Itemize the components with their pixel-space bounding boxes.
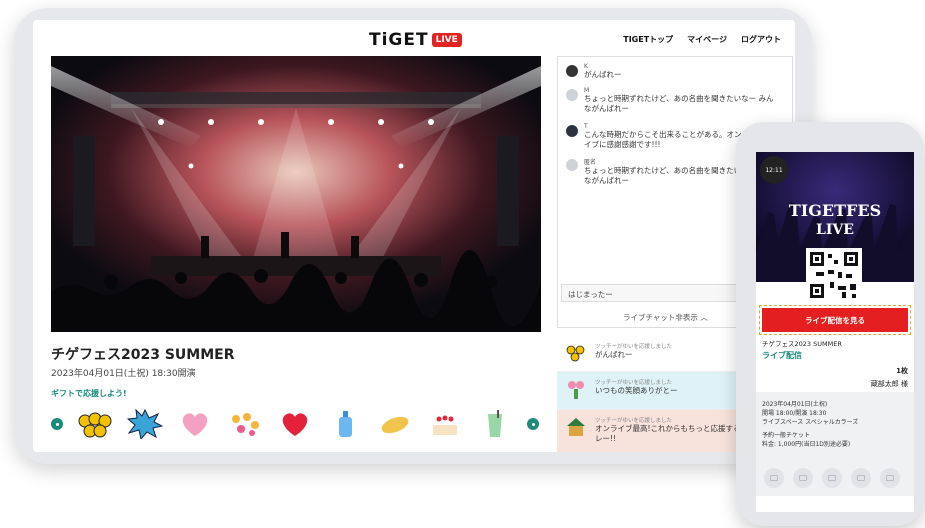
next-icon — [531, 422, 535, 426]
gift-log-sender: ツッチーがゆいを応援しました — [595, 380, 673, 386]
share-icon[interactable] — [851, 468, 871, 488]
logo-text: TiGET — [369, 30, 429, 50]
gift-drink-icon[interactable] — [477, 409, 513, 439]
countdown-time: 12:11 — [760, 156, 788, 184]
gift-section-label: ギフトで応援しよう! — [51, 389, 127, 398]
ticket-count: 1枚 — [896, 367, 908, 375]
poster-title-2: LIVE — [816, 222, 854, 238]
gift-party-icon[interactable] — [227, 409, 263, 439]
gift-burst-icon[interactable] — [127, 409, 163, 439]
bouquet-icon — [568, 381, 584, 399]
avatar — [566, 65, 578, 77]
live-badge: LIVE — [431, 33, 462, 47]
chat-message: K がんばれー — [566, 63, 774, 80]
flowers-icon — [566, 345, 585, 362]
hide-chat-toggle[interactable]: ライブチャット非表示 ︿ — [623, 312, 708, 323]
prev-icon — [55, 422, 59, 426]
live-stream-label: ライブ配信 — [762, 351, 802, 360]
nav-tiget-top[interactable]: TIGETトップ — [623, 34, 673, 45]
ticket-icon[interactable] — [764, 468, 784, 488]
chat-text: ちょっと時期ずれたけど、あの名曲を聞きたいなー みんながんばれー — [584, 94, 774, 113]
avatar — [566, 89, 578, 101]
list-icon[interactable] — [822, 468, 842, 488]
transfer-icon[interactable] — [880, 468, 900, 488]
concert-stage-image — [51, 56, 541, 332]
gift-bottle-icon[interactable] — [327, 409, 363, 439]
phone-screen: TIGETFES LIVE 12:11 ライブ配信を見る チゲフェス2023 S… — [756, 152, 914, 512]
gift-log-text: いつもの笑顔ありがとー — [595, 386, 678, 395]
gift-heart-icon[interactable] — [177, 409, 213, 439]
info-time: 開場 18:00/開演 18:30 — [762, 410, 827, 417]
tiget-live-logo[interactable]: TiGET LIVE — [369, 30, 462, 50]
gift-log-text: がんばれー — [595, 350, 633, 359]
chat-input[interactable]: はじまったー — [561, 284, 737, 302]
live-video-player[interactable] — [51, 56, 541, 332]
info-price: 料金: 1,000円(当日1D別途必要) — [762, 441, 851, 448]
info-venue: ライブスペース スペシャルカラーズ — [762, 419, 859, 426]
nav-mypage[interactable]: マイページ — [687, 34, 727, 45]
gift-cake-icon[interactable] — [427, 409, 463, 439]
event-title: チゲフェス2023 SUMMER — [51, 347, 235, 363]
poster-title-1: TIGETFES — [789, 201, 881, 220]
ticket-actions — [764, 468, 900, 488]
refresh-icon[interactable] — [793, 468, 813, 488]
castle-icon — [567, 418, 585, 436]
info-ticket-type: 予約一般チケット — [762, 432, 811, 439]
gift-flowers-icon[interactable] — [77, 409, 113, 439]
gift-carousel — [51, 404, 541, 444]
gift-red-heart-icon[interactable] — [277, 409, 313, 439]
gift-log-sender: ツッチーがゆいを応援しました — [595, 344, 673, 350]
avatar — [566, 125, 578, 137]
avatar — [566, 159, 578, 171]
nav-logout[interactable]: ログアウト — [741, 34, 781, 45]
qr-code-icon[interactable] — [806, 248, 862, 302]
tablet-screen: TiGET LIVE TIGETトップ マイページ ログアウト チゲフェス202… — [33, 20, 795, 452]
gift-bread-icon[interactable] — [377, 409, 413, 439]
chat-author: M — [584, 87, 590, 94]
phone-event-title: チゲフェス2023 SUMMER — [762, 340, 842, 348]
watch-live-button[interactable]: ライブ配信を見る — [759, 305, 911, 335]
chat-text: がんばれー — [584, 70, 622, 79]
chat-message: M ちょっと時期ずれたけど、あの名曲を聞きたいなー みんながんばれー — [566, 87, 774, 114]
header-nav: TIGETトップ マイページ ログアウト — [623, 34, 781, 45]
info-date: 2023年04月01日(土祝) — [762, 401, 828, 408]
carousel-next-button[interactable] — [527, 418, 539, 430]
chat-author: K — [584, 63, 588, 70]
ticket-holder: 蔵部太郎 様 — [870, 380, 908, 388]
carousel-prev-button[interactable] — [51, 418, 63, 430]
event-date: 2023年04月01日(土祝) 18:30開演 — [51, 369, 196, 379]
